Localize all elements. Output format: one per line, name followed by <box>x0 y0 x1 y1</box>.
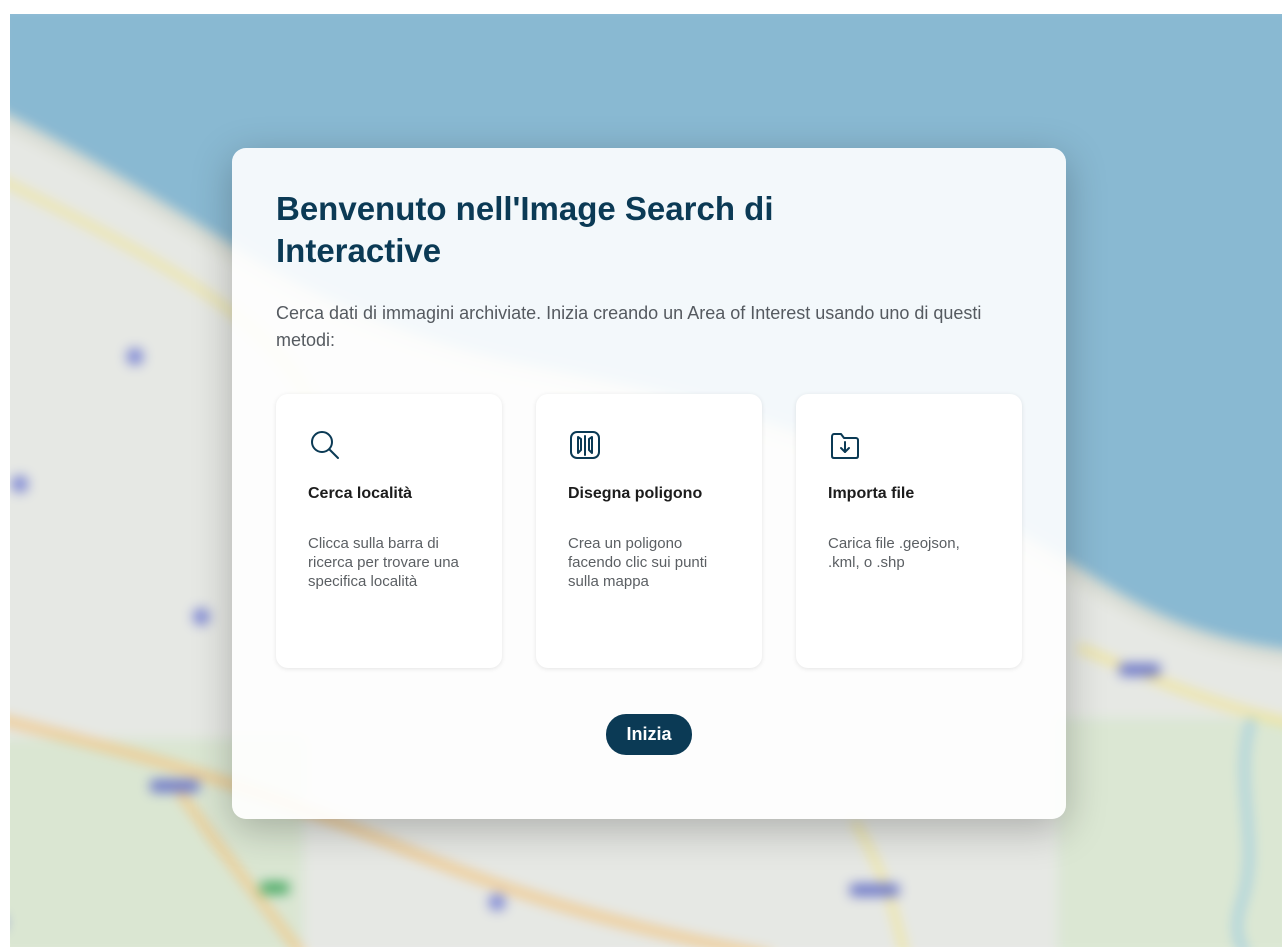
start-row: Inizia <box>276 714 1022 755</box>
method-description: Crea un poligono facendo clic sui punti … <box>568 535 708 590</box>
method-description: Carica file .geojson, .kml, o .shp <box>828 535 960 571</box>
method-title: Cerca località <box>308 485 413 502</box>
map-icon <box>568 428 602 462</box>
method-cards: Cerca località Clicca sulla barra di ric… <box>276 394 1022 668</box>
method-title: Importa file <box>828 485 915 502</box>
method-description: Clicca sulla barra di ricerca per trovar… <box>308 535 459 590</box>
folder-import-icon <box>828 428 862 462</box>
dialog-title: Benvenuto nell'Image Search di Interacti… <box>276 190 774 269</box>
method-title: Disegna poligono <box>568 485 703 502</box>
app-viewport: Benvenuto nell'Image Search di Interacti… <box>10 14 1282 947</box>
method-card-import-file[interactable]: Importa file Carica file .geojson, .kml,… <box>796 394 1022 668</box>
method-card-search-location[interactable]: Cerca località Clicca sulla barra di ric… <box>276 394 502 668</box>
dialog-description: Cerca dati di immagini archiviate. Inizi… <box>276 303 982 350</box>
method-card-draw-polygon[interactable]: Disegna poligono Crea un poligono facend… <box>536 394 762 668</box>
welcome-dialog: Benvenuto nell'Image Search di Interacti… <box>232 148 1066 819</box>
search-icon <box>308 428 342 462</box>
start-button[interactable]: Inizia <box>606 714 692 755</box>
